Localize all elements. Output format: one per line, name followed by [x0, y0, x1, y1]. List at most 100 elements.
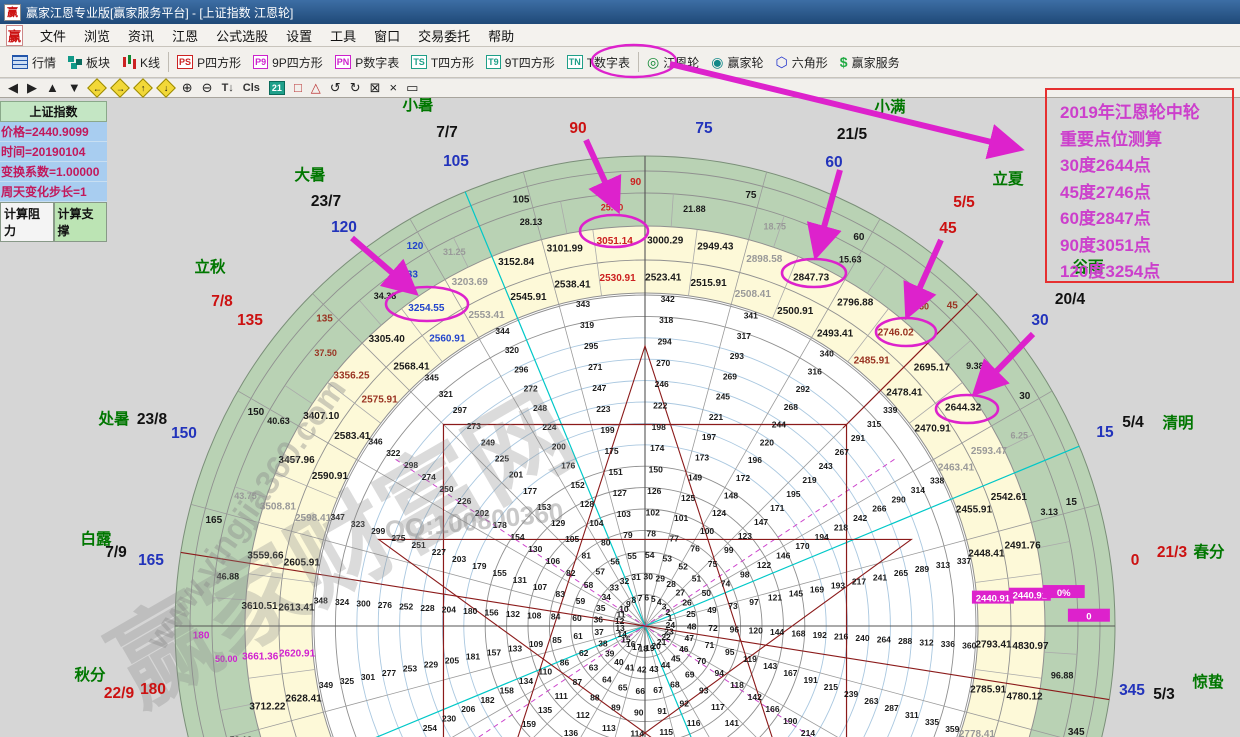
svg-text:2440.91: 2440.91 — [1013, 591, 1048, 602]
svg-text:123: 123 — [738, 531, 752, 541]
svg-text:242: 242 — [853, 513, 867, 523]
clear-icon[interactable]: × — [390, 81, 398, 95]
svg-text:346: 346 — [368, 436, 382, 446]
toolbar-button-T数字表[interactable]: TNT数字表 — [561, 50, 636, 74]
svg-text:23/8: 23/8 — [137, 411, 168, 428]
nav-next-icon[interactable]: ▶ — [27, 81, 37, 95]
rotate-cw-icon[interactable]: ↻ — [350, 81, 361, 95]
zoom-in-icon[interactable]: ⊕ — [182, 81, 193, 95]
svg-text:80: 80 — [601, 537, 611, 547]
svg-text:31.25: 31.25 — [443, 247, 466, 257]
diamond-down-icon[interactable]: ↓ — [156, 78, 176, 98]
svg-text:8: 8 — [631, 595, 636, 605]
svg-text:59: 59 — [576, 596, 586, 606]
index-info-panel: 上证指数 价格=2440.9099时间=20190104变换系数=1.00000… — [0, 101, 107, 242]
svg-text:33.33: 33.33 — [393, 269, 418, 280]
svg-text:166: 166 — [765, 704, 779, 714]
menu-item-9[interactable]: 帮助 — [479, 24, 523, 47]
triangle-tool-icon[interactable]: △ — [311, 81, 321, 95]
menu-item-7[interactable]: 窗口 — [365, 24, 409, 47]
svg-text:168: 168 — [791, 629, 805, 639]
menu-item-1[interactable]: 浏览 — [75, 24, 119, 47]
svg-text:311: 311 — [905, 710, 919, 720]
menu-item-8[interactable]: 交易委托 — [409, 24, 479, 47]
rotate-ccw-icon[interactable]: ↺ — [330, 81, 341, 95]
calc-support-button[interactable]: 计算支撑 — [54, 202, 108, 242]
menu-item-6[interactable]: 工具 — [321, 24, 365, 47]
svg-text:111: 111 — [555, 691, 569, 701]
toolbar-button-赢家轮[interactable]: ◉赢家轮 — [705, 50, 769, 74]
diamond-left-icon[interactable]: ← — [87, 78, 107, 98]
svg-text:2515.91: 2515.91 — [691, 278, 728, 289]
toolbar-label: T四方形 — [431, 54, 474, 71]
svg-text:63: 63 — [589, 663, 599, 673]
svg-text:320: 320 — [505, 345, 519, 355]
menu-item-2[interactable]: 资讯 — [119, 24, 163, 47]
svg-text:174: 174 — [650, 443, 664, 453]
svg-text:50: 50 — [702, 588, 712, 598]
nav-up-icon[interactable]: ▲ — [46, 81, 59, 95]
svg-text:3254.55: 3254.55 — [408, 303, 445, 314]
svg-text:219: 219 — [802, 475, 816, 485]
赢家轮-icon: ◉ — [711, 55, 723, 69]
svg-text:3: 3 — [662, 601, 667, 611]
svg-text:54: 54 — [645, 550, 655, 560]
toolbar-button-板块[interactable]: 板块 — [62, 50, 116, 74]
svg-text:2746.02: 2746.02 — [878, 327, 915, 338]
svg-text:341: 341 — [744, 311, 758, 321]
zoom-out-icon[interactable]: ⊖ — [202, 81, 213, 95]
toolbar-button-T四方形[interactable]: TST四方形 — [405, 50, 480, 74]
menu-item-5[interactable]: 设置 — [277, 24, 321, 47]
svg-text:2560.91: 2560.91 — [429, 333, 466, 344]
toolbar-button-9T四方形[interactable]: T99T四方形 — [480, 50, 561, 74]
svg-text:93: 93 — [699, 686, 709, 696]
toolbar-button-9P四方形[interactable]: P99P四方形 — [247, 50, 329, 74]
svg-text:5/4: 5/4 — [1122, 414, 1144, 431]
toolbar-button-P四方形[interactable]: PSP四方形 — [171, 50, 247, 74]
calendar-icon[interactable]: 21 — [269, 81, 285, 95]
svg-text:197: 197 — [702, 432, 716, 442]
svg-text:46: 46 — [679, 644, 689, 654]
delete-shape-icon[interactable]: ⊠ — [370, 81, 381, 95]
svg-text:78: 78 — [647, 529, 657, 539]
svg-text:65: 65 — [618, 682, 628, 692]
svg-text:135: 135 — [538, 705, 552, 715]
calc-resistance-button[interactable]: 计算阻力 — [0, 202, 54, 242]
index-name: 上证指数 — [0, 101, 107, 122]
toolbar-label: K线 — [140, 54, 160, 71]
svg-text:61: 61 — [573, 631, 583, 641]
svg-text:95: 95 — [725, 647, 735, 657]
nav-prev-icon[interactable]: ◀ — [8, 81, 18, 95]
toolbar-button-江恩轮[interactable]: ◎江恩轮 — [641, 50, 705, 74]
main-toolbar: 行情板块 K线 PSP四方形P99P四方形PNP数字表TST四方形T99T四方形TN… — [0, 47, 1240, 78]
screen-icon[interactable]: ▭ — [406, 81, 418, 95]
svg-text:115: 115 — [659, 727, 673, 737]
square-tool-icon[interactable]: □ — [294, 81, 302, 95]
svg-text:15.63: 15.63 — [839, 255, 862, 265]
toolbar-button-六角形[interactable]: ⬡六角形 — [770, 50, 834, 74]
toolbar-button-赢家服务[interactable]: $赢家服务 — [834, 50, 906, 74]
svg-text:214: 214 — [801, 728, 815, 737]
toolbar-button-P数字表[interactable]: PNP数字表 — [329, 50, 406, 74]
measure-icon[interactable]: T↓ — [222, 82, 234, 94]
svg-text:7: 7 — [638, 593, 643, 603]
toolbar-button-K线[interactable]: K线 — [116, 50, 166, 74]
svg-text:3305.40: 3305.40 — [369, 334, 406, 345]
calc-buttons: 计算阻力计算支撑 — [0, 202, 107, 242]
svg-text:180: 180 — [140, 681, 166, 698]
svg-text:34.38: 34.38 — [374, 291, 397, 301]
svg-text:25: 25 — [686, 609, 696, 619]
toolbar-button-行情[interactable]: 行情 — [6, 50, 62, 74]
menu-item-3[interactable]: 江恩 — [163, 24, 207, 47]
menu-item-4[interactable]: 公式选股 — [207, 24, 277, 47]
svg-text:21/5: 21/5 — [837, 126, 868, 143]
svg-text:175: 175 — [604, 446, 618, 456]
menu-item-0[interactable]: 文件 — [31, 24, 75, 47]
diamond-up-icon[interactable]: ↑ — [133, 78, 153, 98]
diamond-right-icon[interactable]: → — [110, 78, 130, 98]
close-lines-icon[interactable]: Cls — [243, 82, 260, 94]
svg-text:271: 271 — [588, 362, 602, 372]
svg-text:24: 24 — [666, 620, 676, 630]
nav-down-icon[interactable]: ▼ — [68, 81, 81, 95]
六角形-icon: ⬡ — [776, 55, 788, 69]
